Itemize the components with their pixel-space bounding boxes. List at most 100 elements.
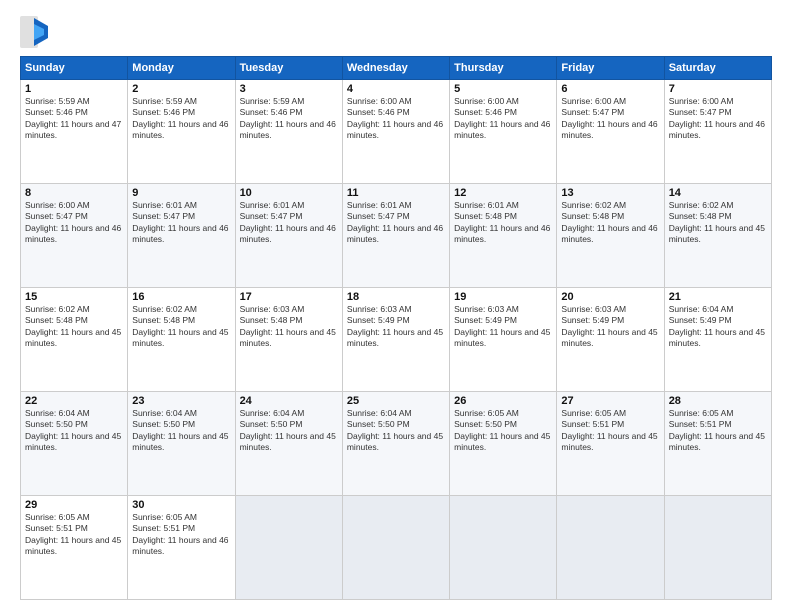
calendar-cell: 23 Sunrise: 6:04 AMSunset: 5:50 PMDaylig… (128, 392, 235, 496)
day-number: 14 (669, 187, 767, 199)
day-info: Sunrise: 6:00 AMSunset: 5:47 PMDaylight:… (669, 96, 765, 140)
header-day-friday: Friday (557, 57, 664, 80)
day-info: Sunrise: 5:59 AMSunset: 5:46 PMDaylight:… (25, 96, 121, 140)
calendar-cell: 29 Sunrise: 6:05 AMSunset: 5:51 PMDaylig… (21, 496, 128, 600)
day-info: Sunrise: 5:59 AMSunset: 5:46 PMDaylight:… (240, 96, 336, 140)
day-number: 9 (132, 187, 230, 199)
day-info: Sunrise: 6:04 AMSunset: 5:50 PMDaylight:… (240, 408, 336, 452)
calendar-cell: 25 Sunrise: 6:04 AMSunset: 5:50 PMDaylig… (342, 392, 449, 496)
day-info: Sunrise: 6:00 AMSunset: 5:46 PMDaylight:… (454, 96, 550, 140)
day-info: Sunrise: 6:02 AMSunset: 5:48 PMDaylight:… (669, 200, 765, 244)
day-info: Sunrise: 6:03 AMSunset: 5:49 PMDaylight:… (561, 304, 657, 348)
day-number: 27 (561, 395, 659, 407)
day-info: Sunrise: 6:02 AMSunset: 5:48 PMDaylight:… (132, 304, 228, 348)
day-info: Sunrise: 6:05 AMSunset: 5:51 PMDaylight:… (25, 512, 121, 556)
day-number: 8 (25, 187, 123, 199)
day-number: 3 (240, 83, 338, 95)
day-info: Sunrise: 6:03 AMSunset: 5:49 PMDaylight:… (347, 304, 443, 348)
page: SundayMondayTuesdayWednesdayThursdayFrid… (0, 0, 792, 612)
header-day-monday: Monday (128, 57, 235, 80)
day-info: Sunrise: 6:05 AMSunset: 5:51 PMDaylight:… (132, 512, 228, 556)
calendar-cell: 24 Sunrise: 6:04 AMSunset: 5:50 PMDaylig… (235, 392, 342, 496)
day-number: 20 (561, 291, 659, 303)
calendar-cell: 4 Sunrise: 6:00 AMSunset: 5:46 PMDayligh… (342, 80, 449, 184)
day-number: 6 (561, 83, 659, 95)
day-info: Sunrise: 6:04 AMSunset: 5:50 PMDaylight:… (132, 408, 228, 452)
day-number: 24 (240, 395, 338, 407)
calendar-body: 1 Sunrise: 5:59 AMSunset: 5:46 PMDayligh… (21, 80, 772, 600)
calendar-cell: 11 Sunrise: 6:01 AMSunset: 5:47 PMDaylig… (342, 184, 449, 288)
calendar-cell: 20 Sunrise: 6:03 AMSunset: 5:49 PMDaylig… (557, 288, 664, 392)
day-info: Sunrise: 6:03 AMSunset: 5:49 PMDaylight:… (454, 304, 550, 348)
day-number: 1 (25, 83, 123, 95)
calendar-cell (235, 496, 342, 600)
calendar-cell: 13 Sunrise: 6:02 AMSunset: 5:48 PMDaylig… (557, 184, 664, 288)
day-info: Sunrise: 6:04 AMSunset: 5:49 PMDaylight:… (669, 304, 765, 348)
calendar-cell: 27 Sunrise: 6:05 AMSunset: 5:51 PMDaylig… (557, 392, 664, 496)
calendar-header: SundayMondayTuesdayWednesdayThursdayFrid… (21, 57, 772, 80)
day-info: Sunrise: 6:01 AMSunset: 5:47 PMDaylight:… (132, 200, 228, 244)
day-info: Sunrise: 6:01 AMSunset: 5:48 PMDaylight:… (454, 200, 550, 244)
calendar-cell: 8 Sunrise: 6:00 AMSunset: 5:47 PMDayligh… (21, 184, 128, 288)
day-info: Sunrise: 6:05 AMSunset: 5:51 PMDaylight:… (561, 408, 657, 452)
day-number: 17 (240, 291, 338, 303)
calendar-cell: 21 Sunrise: 6:04 AMSunset: 5:49 PMDaylig… (664, 288, 771, 392)
header-day-tuesday: Tuesday (235, 57, 342, 80)
day-number: 12 (454, 187, 552, 199)
header-day-saturday: Saturday (664, 57, 771, 80)
day-number: 4 (347, 83, 445, 95)
logo (20, 16, 52, 48)
day-info: Sunrise: 6:04 AMSunset: 5:50 PMDaylight:… (347, 408, 443, 452)
calendar-cell: 30 Sunrise: 6:05 AMSunset: 5:51 PMDaylig… (128, 496, 235, 600)
week-row-3: 15 Sunrise: 6:02 AMSunset: 5:48 PMDaylig… (21, 288, 772, 392)
week-row-1: 1 Sunrise: 5:59 AMSunset: 5:46 PMDayligh… (21, 80, 772, 184)
calendar-cell: 15 Sunrise: 6:02 AMSunset: 5:48 PMDaylig… (21, 288, 128, 392)
week-row-4: 22 Sunrise: 6:04 AMSunset: 5:50 PMDaylig… (21, 392, 772, 496)
calendar-cell: 22 Sunrise: 6:04 AMSunset: 5:50 PMDaylig… (21, 392, 128, 496)
day-number: 21 (669, 291, 767, 303)
day-info: Sunrise: 6:03 AMSunset: 5:48 PMDaylight:… (240, 304, 336, 348)
day-number: 13 (561, 187, 659, 199)
day-number: 10 (240, 187, 338, 199)
calendar-cell: 3 Sunrise: 5:59 AMSunset: 5:46 PMDayligh… (235, 80, 342, 184)
calendar-cell: 16 Sunrise: 6:02 AMSunset: 5:48 PMDaylig… (128, 288, 235, 392)
header-day-wednesday: Wednesday (342, 57, 449, 80)
calendar-cell: 28 Sunrise: 6:05 AMSunset: 5:51 PMDaylig… (664, 392, 771, 496)
day-info: Sunrise: 5:59 AMSunset: 5:46 PMDaylight:… (132, 96, 228, 140)
day-info: Sunrise: 6:00 AMSunset: 5:47 PMDaylight:… (561, 96, 657, 140)
day-info: Sunrise: 6:00 AMSunset: 5:46 PMDaylight:… (347, 96, 443, 140)
day-number: 15 (25, 291, 123, 303)
day-info: Sunrise: 6:01 AMSunset: 5:47 PMDaylight:… (240, 200, 336, 244)
day-number: 5 (454, 83, 552, 95)
calendar-cell: 26 Sunrise: 6:05 AMSunset: 5:50 PMDaylig… (450, 392, 557, 496)
calendar-cell: 2 Sunrise: 5:59 AMSunset: 5:46 PMDayligh… (128, 80, 235, 184)
day-number: 18 (347, 291, 445, 303)
calendar-cell: 7 Sunrise: 6:00 AMSunset: 5:47 PMDayligh… (664, 80, 771, 184)
day-number: 19 (454, 291, 552, 303)
calendar-cell (450, 496, 557, 600)
day-number: 28 (669, 395, 767, 407)
day-number: 16 (132, 291, 230, 303)
calendar-cell: 18 Sunrise: 6:03 AMSunset: 5:49 PMDaylig… (342, 288, 449, 392)
day-number: 29 (25, 499, 123, 511)
calendar-cell: 17 Sunrise: 6:03 AMSunset: 5:48 PMDaylig… (235, 288, 342, 392)
day-number: 11 (347, 187, 445, 199)
calendar-cell: 5 Sunrise: 6:00 AMSunset: 5:46 PMDayligh… (450, 80, 557, 184)
day-info: Sunrise: 6:00 AMSunset: 5:47 PMDaylight:… (25, 200, 121, 244)
calendar-cell (557, 496, 664, 600)
logo-icon (20, 16, 48, 48)
day-info: Sunrise: 6:01 AMSunset: 5:47 PMDaylight:… (347, 200, 443, 244)
header-day-sunday: Sunday (21, 57, 128, 80)
calendar-cell: 10 Sunrise: 6:01 AMSunset: 5:47 PMDaylig… (235, 184, 342, 288)
calendar-cell: 1 Sunrise: 5:59 AMSunset: 5:46 PMDayligh… (21, 80, 128, 184)
header-day-thursday: Thursday (450, 57, 557, 80)
day-number: 30 (132, 499, 230, 511)
day-number: 22 (25, 395, 123, 407)
day-number: 23 (132, 395, 230, 407)
week-row-5: 29 Sunrise: 6:05 AMSunset: 5:51 PMDaylig… (21, 496, 772, 600)
day-info: Sunrise: 6:05 AMSunset: 5:51 PMDaylight:… (669, 408, 765, 452)
calendar-cell: 12 Sunrise: 6:01 AMSunset: 5:48 PMDaylig… (450, 184, 557, 288)
calendar-cell (664, 496, 771, 600)
week-row-2: 8 Sunrise: 6:00 AMSunset: 5:47 PMDayligh… (21, 184, 772, 288)
calendar-cell: 14 Sunrise: 6:02 AMSunset: 5:48 PMDaylig… (664, 184, 771, 288)
